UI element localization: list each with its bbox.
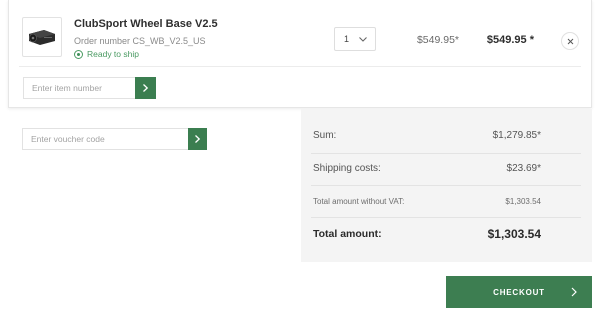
product-thumbnail[interactable] [22, 17, 62, 57]
checkout-button[interactable]: CHECKOUT [446, 276, 592, 308]
ready-status-icon [74, 49, 83, 59]
without-vat-label: Total amount without VAT: [313, 197, 405, 206]
shipping-label: Shipping costs: [313, 163, 381, 174]
quantity-select[interactable]: 1 [334, 27, 376, 51]
without-vat-value: $1,303.54 [505, 197, 541, 206]
shipping-value: $23.69* [506, 163, 541, 174]
chevron-down-icon [359, 37, 367, 42]
item-number-input[interactable] [23, 77, 136, 99]
wheel-base-product-image [29, 30, 55, 45]
chevron-right-icon [195, 135, 201, 143]
unit-price: $549.95* [416, 34, 459, 46]
apply-voucher-button[interactable] [188, 128, 207, 150]
summary-row-sum: Sum: $1,279.85* [311, 123, 581, 154]
order-summary-panel: Sum: $1,279.85* Shipping costs: $23.69* … [301, 109, 592, 262]
close-icon [567, 38, 573, 44]
total-amount-value: $1,303.54 [487, 227, 541, 241]
summary-row-shipping: Shipping costs: $23.69* [311, 154, 581, 186]
checkout-label: CHECKOUT [493, 287, 545, 297]
divider [19, 66, 581, 67]
chevron-right-icon [571, 287, 577, 297]
order-number: Order number CS_WB_V2.5_US [74, 36, 206, 46]
quantity-value: 1 [344, 34, 350, 44]
product-name[interactable]: ClubSport Wheel Base V2.5 [74, 18, 218, 30]
chevron-right-icon [143, 84, 149, 92]
sum-value: $1,279.85* [492, 130, 541, 141]
voucher-code-input[interactable] [22, 128, 189, 150]
stock-status-label: Ready to ship [87, 49, 139, 59]
total-amount-label: Total amount: [313, 228, 382, 240]
stock-status: Ready to ship [74, 49, 139, 59]
summary-row-total: Total amount: $1,303.54 [311, 218, 581, 251]
line-total-price: $549.95 * [486, 34, 534, 46]
summary-row-without-vat: Total amount without VAT: $1,303.54 [311, 186, 581, 218]
sum-label: Sum: [313, 130, 337, 141]
add-item-button[interactable] [135, 77, 156, 99]
cart-item-row: ClubSport Wheel Base V2.5 Order number C… [9, 0, 593, 66]
cart-item-card: ClubSport Wheel Base V2.5 Order number C… [8, 0, 592, 108]
remove-item-button[interactable] [561, 32, 579, 50]
